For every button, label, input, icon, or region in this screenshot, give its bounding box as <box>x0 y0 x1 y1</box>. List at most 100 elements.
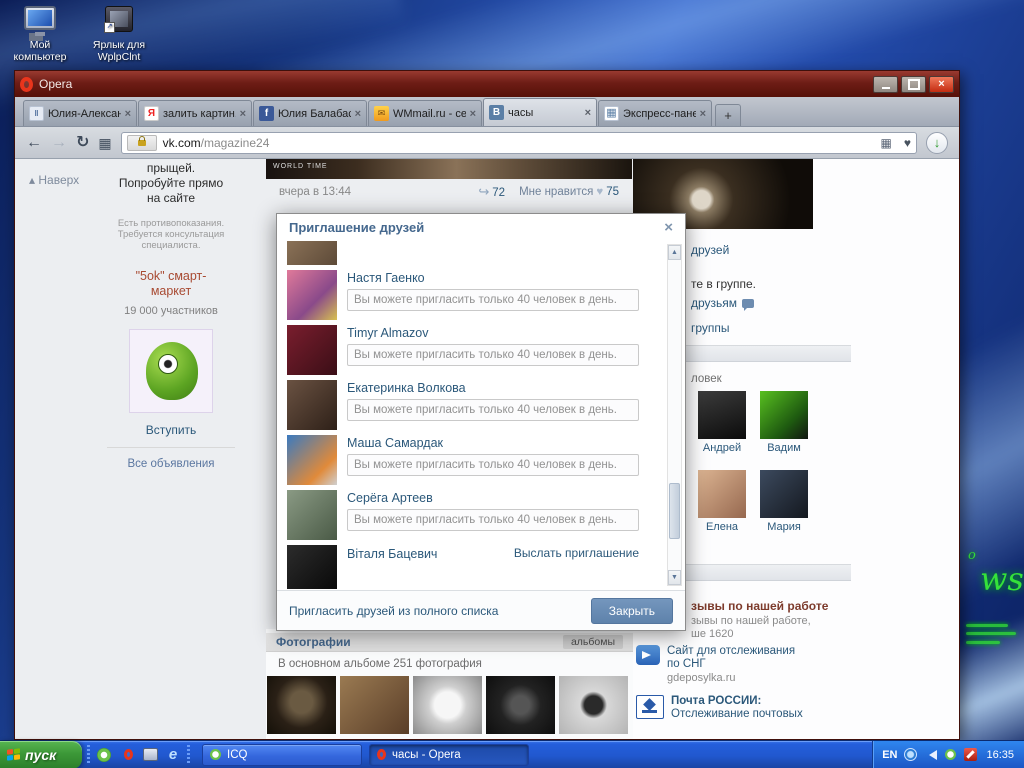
scrollbar-thumb[interactable] <box>669 483 680 539</box>
maximize-button[interactable] <box>901 75 926 93</box>
menu-grid-icon[interactable]: ▦ <box>98 136 111 150</box>
friend-avatar[interactable] <box>287 380 337 430</box>
show-desktop-icon[interactable] <box>143 748 158 761</box>
opera-logo-icon <box>20 76 33 92</box>
tab-yulia-aleksan[interactable]: ‖ Юлия-Алексан... × <box>23 100 137 126</box>
tab-close-icon[interactable]: × <box>125 108 131 120</box>
ad-image[interactable] <box>129 329 213 413</box>
ad-text[interactable]: на сайте <box>99 191 243 206</box>
minimize-button[interactable] <box>873 75 898 93</box>
full-list-link[interactable]: Пригласить друзей из полного списка <box>289 604 498 618</box>
friend-name-link[interactable]: Маша Самардак <box>347 435 639 451</box>
friend-name-link[interactable]: Серёга Артеев <box>347 490 639 506</box>
taskbar-task-opera[interactable]: часы - Opera <box>369 743 529 766</box>
friend-avatar[interactable] <box>287 325 337 375</box>
invite-friends-link[interactable]: друзей <box>691 243 729 257</box>
group-stats-link[interactable]: группы <box>691 321 730 335</box>
new-tab-button[interactable]: + <box>715 104 741 126</box>
extensions-grid-icon[interactable]: ▦ <box>881 136 892 150</box>
all-ads-link[interactable]: Все объявления <box>128 458 215 470</box>
albums-badge[interactable]: альбомы <box>562 635 623 649</box>
join-link[interactable]: Вступить <box>99 423 243 437</box>
friend-name-link[interactable]: Віталя Бацевич <box>347 546 437 589</box>
member-cell[interactable]: Елена <box>698 470 746 533</box>
share-counter[interactable]: ↪ 72 <box>478 184 505 200</box>
scroll-up-button[interactable]: ▲ <box>668 245 681 260</box>
ad-text[interactable]: прыщей. <box>99 161 243 176</box>
member-avatar[interactable] <box>698 391 746 439</box>
tab-upload-picture[interactable]: Я залить картин... × <box>138 100 252 126</box>
bookmark-heart-icon[interactable]: ♥ <box>904 136 911 150</box>
language-indicator[interactable]: EN <box>882 749 897 761</box>
photo-thumbnail[interactable] <box>413 676 482 734</box>
tab-close-icon[interactable]: × <box>700 108 706 120</box>
toolbar-handle[interactable] <box>87 744 90 765</box>
member-cell[interactable]: Мария <box>760 470 808 533</box>
opera-quicklaunch-icon[interactable] <box>119 746 137 764</box>
tab-chasy-active[interactable]: В часы × <box>483 98 597 126</box>
address-bar[interactable]: vk.com/magazine24 ▦ ♥ <box>120 131 917 154</box>
tab-close-icon[interactable]: × <box>470 108 476 120</box>
like-counter[interactable]: Мне нравится ♥ 75 <box>519 186 619 198</box>
desktop-icon-my-computer[interactable]: Мой компьютер <box>5 6 75 63</box>
forward-button[interactable]: → <box>51 134 67 151</box>
russian-post-block[interactable]: Почта РОССИИ: Отслеживание почтовых <box>636 695 803 721</box>
icq-quicklaunch-icon[interactable] <box>95 746 113 764</box>
friend-avatar[interactable] <box>287 490 337 540</box>
friend-name-link[interactable]: Timyr Almazov <box>347 325 639 341</box>
post-image[interactable]: WORLD TIME <box>266 159 632 179</box>
network-tray-icon[interactable] <box>903 748 917 762</box>
security-badge[interactable] <box>126 134 157 151</box>
member-cell[interactable]: Андрей <box>698 391 746 454</box>
dialog-close-icon[interactable]: × <box>664 220 673 235</box>
friend-avatar[interactable] <box>287 270 337 320</box>
friend-name-link[interactable]: Настя Гаенко <box>347 270 639 286</box>
member-avatar[interactable] <box>760 470 808 518</box>
friend-avatar[interactable] <box>287 435 337 485</box>
toolbar-handle[interactable] <box>187 744 190 765</box>
friend-name-link[interactable]: Екатеринка Волкова <box>347 380 639 396</box>
member-cell[interactable]: Вадим <box>760 391 808 454</box>
member-avatar[interactable] <box>698 470 746 518</box>
start-button[interactable]: пуск <box>0 740 82 768</box>
tracking-site-block[interactable]: Сайт для отслеживания по СНГ gdeposylka.… <box>636 645 795 685</box>
close-button[interactable]: × <box>929 75 954 93</box>
reviews-topic-link[interactable]: зывы по нашей работе <box>691 599 828 613</box>
photo-thumbnail[interactable] <box>340 676 409 734</box>
close-dialog-button[interactable]: Закрыть <box>590 597 673 624</box>
scroll-down-button[interactable]: ▼ <box>668 570 681 585</box>
photos-title[interactable]: Фотографии <box>276 635 351 649</box>
clock[interactable]: 16:35 <box>986 749 1014 761</box>
photos-header[interactable]: Фотографии альбомы <box>266 633 633 652</box>
back-button[interactable]: ← <box>26 134 42 151</box>
volume-tray-icon[interactable] <box>923 748 937 762</box>
antivirus-tray-icon[interactable] <box>963 748 977 762</box>
reload-button[interactable]: ↻ <box>76 134 89 151</box>
photo-thumbnail[interactable] <box>486 676 555 734</box>
ie-quicklaunch-icon[interactable]: e <box>164 746 182 764</box>
tab-wmmail[interactable]: ✉ WMmail.ru - се... × <box>368 100 482 126</box>
post-date[interactable]: вчера в 13:44 <box>279 186 351 198</box>
ad-text[interactable]: Попробуйте прямо <box>99 176 243 191</box>
tab-close-icon[interactable]: × <box>355 108 361 120</box>
photo-thumbnail[interactable] <box>267 676 336 734</box>
download-button[interactable]: ↓ <box>926 131 948 154</box>
back-to-top-link[interactable]: ▴ Наверх <box>29 173 79 187</box>
friend-avatar[interactable] <box>287 545 337 589</box>
desktop-icon-shortcut[interactable]: Ярлык для WplpClnt <box>84 6 154 63</box>
tab-express-panel[interactable]: ▦ Экспресс-пане... × <box>598 100 712 126</box>
send-invitation-link[interactable]: Выслать приглашение <box>514 546 639 589</box>
window-titlebar[interactable]: Opera × <box>15 71 959 97</box>
icq-tray-icon[interactable] <box>943 748 957 762</box>
taskbar-task-icq[interactable]: ICQ <box>202 743 362 766</box>
russian-post-logo-icon <box>636 695 664 719</box>
tab-close-icon[interactable]: × <box>240 108 246 120</box>
tell-friends-link[interactable]: друзьям <box>691 296 755 312</box>
photo-thumbnail[interactable] <box>559 676 628 734</box>
tab-close-icon[interactable]: × <box>585 107 591 119</box>
tab-yulia-balabas[interactable]: f Юлия Балабас... × <box>253 100 367 126</box>
friend-avatar[interactable] <box>287 241 337 265</box>
ad-title[interactable]: "5ok" смарт- маркет <box>99 269 243 299</box>
dialog-scrollbar[interactable]: ▲ ▼ <box>667 244 682 586</box>
member-avatar[interactable] <box>760 391 808 439</box>
